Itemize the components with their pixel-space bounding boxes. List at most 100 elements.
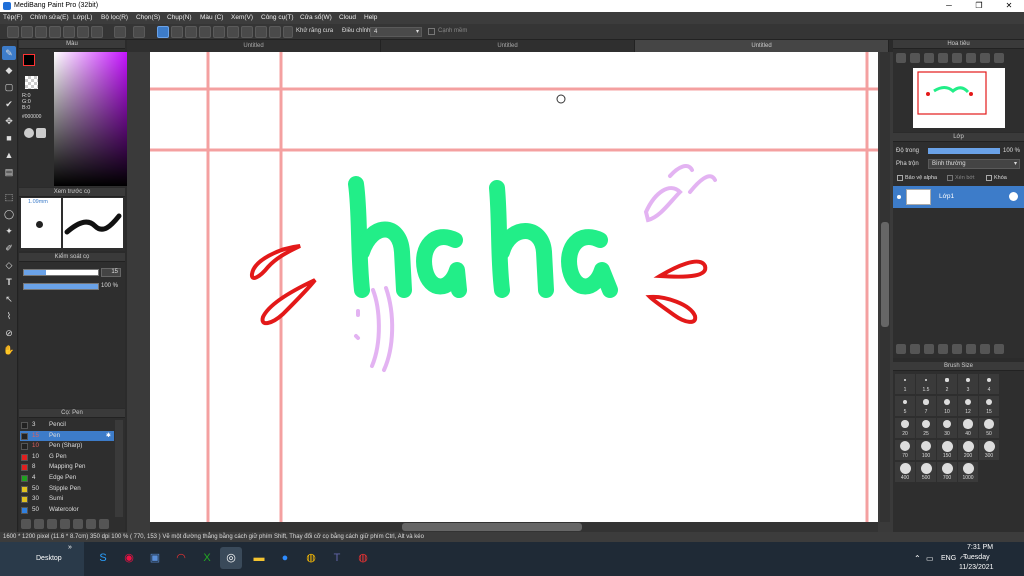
brush-size-preset[interactable]: 70 [895, 440, 915, 460]
layer-row[interactable]: Lớp1 [893, 186, 1024, 208]
brush-size-preset[interactable]: 12 [958, 396, 978, 416]
add-brush-icon[interactable] [34, 519, 44, 529]
menu-layer[interactable]: Lớp(L) [73, 14, 92, 21]
brush-size-preset[interactable]: 20 [895, 418, 915, 438]
delete-brush-icon[interactable] [99, 519, 109, 529]
menu-select[interactable]: Chọn(S) [136, 14, 160, 21]
skype-icon[interactable]: S [92, 547, 114, 569]
language-indicator[interactable]: ENG [941, 555, 956, 562]
brush-item[interactable]: 10 Pen (Sharp) [20, 441, 114, 452]
snap-parallel-icon[interactable] [199, 26, 211, 38]
brush-opacity-slider[interactable] [23, 283, 99, 290]
color-wheel-icon[interactable] [36, 128, 46, 138]
redo-icon[interactable] [133, 26, 145, 38]
menu-file[interactable]: Tệp(F) [3, 14, 23, 21]
brush-list-scrollbar[interactable] [115, 420, 123, 517]
text-tool-icon[interactable]: T [2, 275, 16, 289]
brush-size-preset[interactable]: 1 [895, 374, 915, 394]
drawing-canvas[interactable] [150, 52, 878, 522]
wifi-app-icon[interactable]: ◠ [170, 547, 192, 569]
delete-layer-icon[interactable] [994, 344, 1004, 354]
adjust-select[interactable]: 4 ▾ [370, 27, 422, 37]
brush-size-preset[interactable]: 400 [895, 462, 915, 482]
move-tool-icon[interactable]: ✥ [2, 114, 16, 128]
minimize-icon[interactable]: ─ [934, 0, 964, 12]
menu-help[interactable]: Help [364, 14, 377, 21]
medibang-taskbar-icon[interactable]: ◎ [220, 547, 242, 569]
new-halftone-layer-icon[interactable] [910, 344, 920, 354]
brush-size-preset[interactable]: 4 [979, 374, 999, 394]
invert-selection-icon[interactable] [185, 26, 197, 38]
brush-item[interactable]: 50 Watercolor [20, 505, 114, 516]
brush-item[interactable]: 10 G Pen [20, 452, 114, 463]
brush-size-preset[interactable]: 10 [937, 396, 957, 416]
zoom-in-icon[interactable] [896, 53, 906, 63]
app-icon-2[interactable]: ◉ [118, 547, 140, 569]
brush-size-preset[interactable]: 1.5 [916, 374, 936, 394]
teams-icon[interactable]: T [326, 547, 348, 569]
edge-checkbox[interactable] [428, 28, 435, 35]
rotate-right-icon[interactable] [966, 53, 976, 63]
brush-folder-icon[interactable] [73, 519, 83, 529]
magic-wand-tool-icon[interactable]: ✦ [2, 224, 16, 238]
copy-brush-icon[interactable] [60, 519, 70, 529]
foreground-color-swatch[interactable] [23, 54, 35, 66]
brush-size-preset[interactable]: 200 [958, 440, 978, 460]
layer-settings-icon[interactable] [1009, 192, 1018, 201]
snap-perspective-icon[interactable] [227, 26, 239, 38]
flip-horizontal-icon[interactable] [994, 53, 1004, 63]
network-icon[interactable]: ▭ [926, 554, 934, 563]
divide-tool-icon[interactable]: ⊘ [2, 326, 16, 340]
brush-item[interactable]: 4 Edge Pen [20, 473, 114, 484]
brush-menu-icon[interactable] [47, 519, 57, 529]
eraser-tool-icon[interactable]: ◆ [2, 63, 16, 77]
chrome-icon-2[interactable]: ◍ [352, 547, 374, 569]
merge-layer-icon[interactable] [980, 344, 990, 354]
lasso-tool-icon[interactable]: ◯ [2, 207, 16, 221]
menu-capture[interactable]: Chụp(N) [167, 14, 192, 21]
new-8bit-layer-icon[interactable] [924, 344, 934, 354]
layer-opacity-slider[interactable] [928, 148, 1000, 154]
select-tool-icon[interactable]: ⬚ [2, 190, 16, 204]
canvas-vertical-scrollbar[interactable] [880, 52, 890, 522]
cloud-save-icon[interactable] [49, 26, 61, 38]
snap-circle-icon[interactable] [255, 26, 267, 38]
brush-item[interactable]: 30 Sumi [20, 494, 114, 505]
brush-size-preset[interactable]: 15 [979, 396, 999, 416]
tab-untitled-2[interactable]: Untitled [381, 40, 635, 52]
close-icon[interactable]: ✕ [994, 0, 1024, 12]
fit-window-icon[interactable] [924, 53, 934, 63]
protect-alpha-checkbox[interactable] [897, 175, 903, 181]
brush-settings-gear-icon[interactable]: ✱ [106, 431, 111, 442]
desktop-toolbar[interactable]: Desktop » [0, 542, 84, 576]
tab-untitled-1[interactable]: Untitled [127, 40, 381, 52]
snap-radial-icon[interactable] [241, 26, 253, 38]
layer-folder-icon[interactable] [952, 344, 962, 354]
bucket-tool-icon[interactable]: ▲ [2, 148, 16, 162]
chrome-icon[interactable]: ◍ [300, 547, 322, 569]
snap-cross-icon[interactable] [213, 26, 225, 38]
reset-rotation-icon[interactable] [980, 53, 990, 63]
dot-tool-icon[interactable]: ✔ [2, 97, 16, 111]
rotate-left-icon[interactable] [952, 53, 962, 63]
menu-cloud[interactable]: Cloud [339, 14, 356, 21]
select-none-icon[interactable] [157, 26, 169, 38]
brush-size-preset[interactable]: 50 [979, 418, 999, 438]
brush-size-preset[interactable]: 30 [937, 418, 957, 438]
actual-size-icon[interactable] [938, 53, 948, 63]
shape-tool-icon[interactable]: ▢ [2, 80, 16, 94]
antialias-checkbox[interactable] [283, 26, 293, 38]
new-file-icon[interactable] [7, 26, 19, 38]
vertical-scroll-thumb[interactable] [881, 222, 889, 327]
brush-item[interactable]: 15 Pen ✱ [20, 430, 114, 442]
chevron-icon[interactable]: » [68, 544, 72, 551]
zoom-out-icon[interactable] [910, 53, 920, 63]
zoom-icon[interactable] [91, 26, 103, 38]
hand-tool-icon[interactable]: ✋ [2, 343, 16, 357]
brush-size-preset[interactable]: 100 [916, 440, 936, 460]
horizontal-scroll-thumb[interactable] [402, 523, 582, 531]
brush-size-slider[interactable] [23, 269, 99, 276]
brush-size-preset[interactable]: 3 [958, 374, 978, 394]
new-layer-icon[interactable] [896, 344, 906, 354]
lock-checkbox[interactable] [986, 175, 992, 181]
